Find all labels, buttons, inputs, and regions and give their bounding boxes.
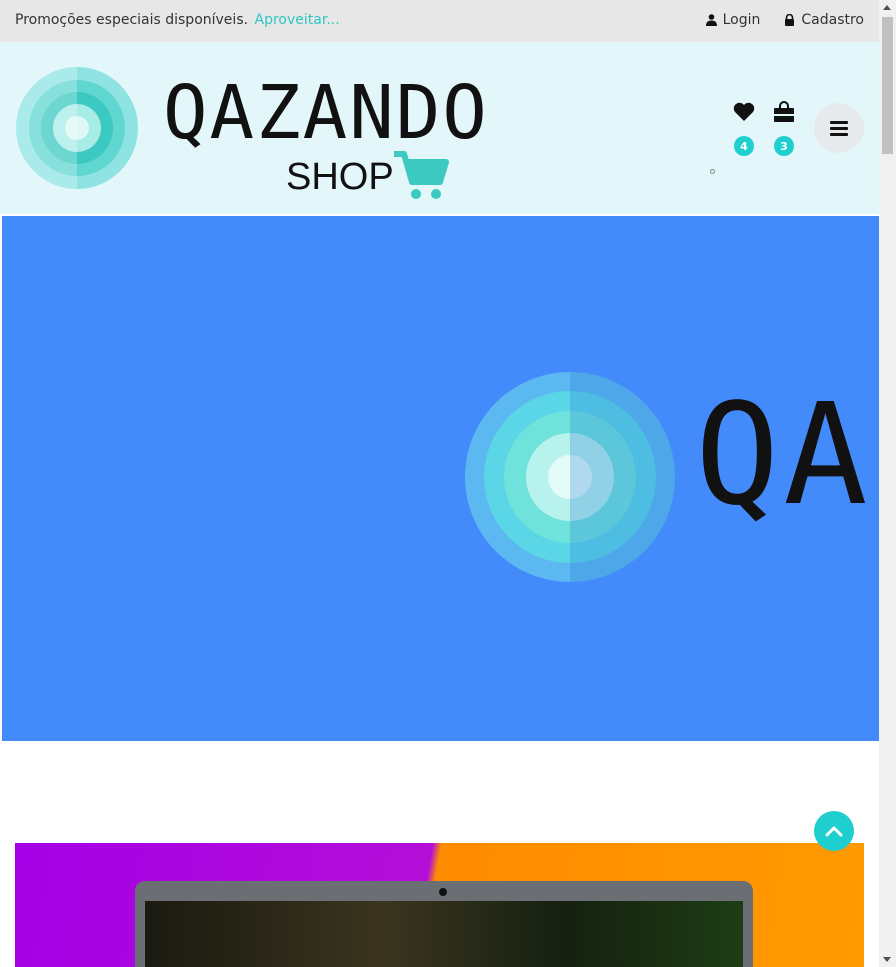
login-label: Login xyxy=(722,12,761,28)
laptop-screen xyxy=(145,901,743,967)
cart-icon xyxy=(394,151,449,199)
menu-button[interactable] xyxy=(814,103,864,153)
hamburger-menu-icon xyxy=(830,121,848,136)
wishlist-count: 4 xyxy=(734,136,754,156)
site-logo[interactable]: QAZANDO SHOP xyxy=(15,66,487,206)
logo-circle-icon xyxy=(16,67,138,189)
cart-button[interactable]: 3 xyxy=(770,100,798,160)
scrollbar-thumb[interactable] xyxy=(882,17,893,154)
lock-icon xyxy=(785,14,795,26)
cart-count: 3 xyxy=(774,136,794,156)
user-icon xyxy=(705,14,717,26)
back-to-top-button[interactable] xyxy=(814,811,854,851)
shopping-bag-icon xyxy=(774,101,794,122)
promo-link[interactable]: Aproveitar... xyxy=(255,12,340,28)
promo-message: Promoções especiais disponíveis. Aprovei… xyxy=(15,12,340,28)
decorative-dot xyxy=(710,169,715,174)
hero-brand-name: QAZ xyxy=(695,374,879,537)
brand-name: QAZANDO xyxy=(163,70,489,156)
auth-links: Login Cadastro xyxy=(705,12,864,28)
brand-sub: SHOP xyxy=(286,156,394,198)
site-header: QAZANDO SHOP 4 3 xyxy=(0,42,879,214)
heart-icon xyxy=(733,102,755,121)
promo-text: Promoções especiais disponíveis. xyxy=(15,12,249,28)
signup-link[interactable]: Cadastro xyxy=(784,12,864,28)
product-banner[interactable] xyxy=(15,843,864,967)
scrollbar[interactable] xyxy=(879,0,896,967)
login-link[interactable]: Login xyxy=(705,12,761,28)
laptop-camera xyxy=(439,888,447,896)
top-bar: Promoções especiais disponíveis. Aprovei… xyxy=(0,0,879,42)
page: Promoções especiais disponíveis. Aprovei… xyxy=(0,0,879,967)
chevron-up-icon xyxy=(825,826,843,837)
scroll-down-arrow[interactable] xyxy=(883,957,891,962)
scroll-up-arrow[interactable] xyxy=(883,5,891,10)
laptop-image xyxy=(135,881,753,967)
signup-label: Cadastro xyxy=(801,12,864,28)
wishlist-button[interactable]: 4 xyxy=(730,100,758,160)
hero-logo-circle-icon xyxy=(465,372,675,582)
hero-banner[interactable]: QAZ xyxy=(2,216,879,741)
